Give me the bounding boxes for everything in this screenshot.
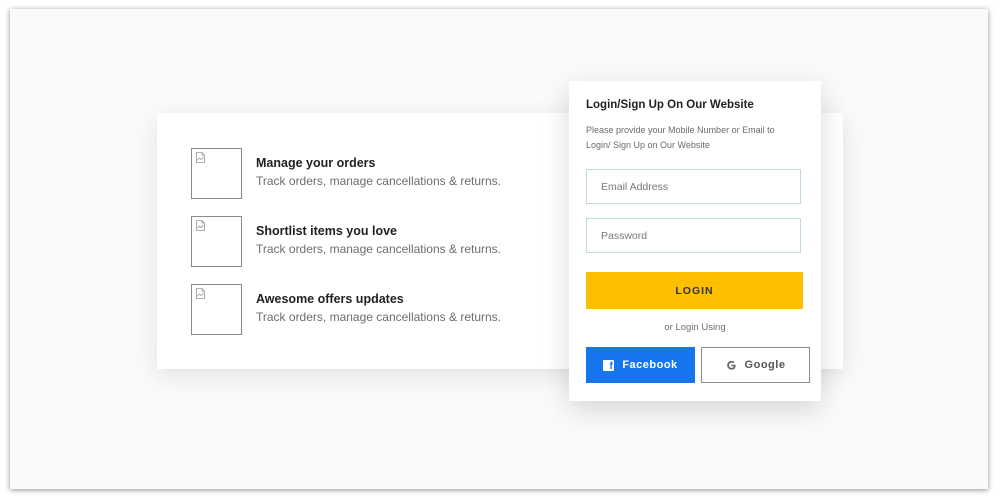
broken-image-icon bbox=[196, 152, 205, 163]
google-button-label: Google bbox=[744, 359, 786, 371]
facebook-login-button[interactable]: f Facebook bbox=[586, 347, 695, 383]
feature-description: Track orders, manage cancellations & ret… bbox=[256, 242, 501, 256]
feature-title: Manage your orders bbox=[256, 156, 376, 170]
feature-title: Awesome offers updates bbox=[256, 292, 404, 306]
feature-offers-updates: Awesome offers updates Track orders, man… bbox=[191, 284, 611, 336]
google-icon bbox=[726, 360, 736, 370]
page-frame: Manage your orders Track orders, manage … bbox=[10, 9, 988, 489]
feature-manage-orders: Manage your orders Track orders, manage … bbox=[191, 148, 611, 200]
facebook-button-label: Facebook bbox=[622, 359, 678, 371]
feature-thumbnail bbox=[191, 216, 242, 267]
email-field[interactable] bbox=[587, 170, 800, 203]
broken-image-icon bbox=[196, 288, 205, 299]
feature-description: Track orders, manage cancellations & ret… bbox=[256, 174, 501, 188]
facebook-icon: f bbox=[603, 359, 615, 371]
google-login-button[interactable]: Google bbox=[701, 347, 810, 383]
login-description: Please provide your Mobile Number or Ema… bbox=[586, 125, 775, 150]
broken-image-icon bbox=[196, 220, 205, 231]
feature-shortlist-items: Shortlist items you love Track orders, m… bbox=[191, 216, 611, 268]
feature-thumbnail bbox=[191, 148, 242, 199]
feature-description: Track orders, manage cancellations & ret… bbox=[256, 310, 501, 324]
password-field-wrapper bbox=[586, 218, 801, 253]
login-button[interactable]: LOGIN bbox=[586, 272, 803, 309]
email-field-wrapper bbox=[586, 169, 801, 204]
password-field[interactable] bbox=[587, 219, 800, 252]
login-title: Login/Sign Up On Our Website bbox=[586, 99, 754, 111]
feature-thumbnail bbox=[191, 284, 242, 335]
login-panel: Login/Sign Up On Our Website Please prov… bbox=[569, 81, 821, 401]
or-login-using-text: or Login Using bbox=[664, 322, 726, 333]
feature-title: Shortlist items you love bbox=[256, 224, 398, 238]
